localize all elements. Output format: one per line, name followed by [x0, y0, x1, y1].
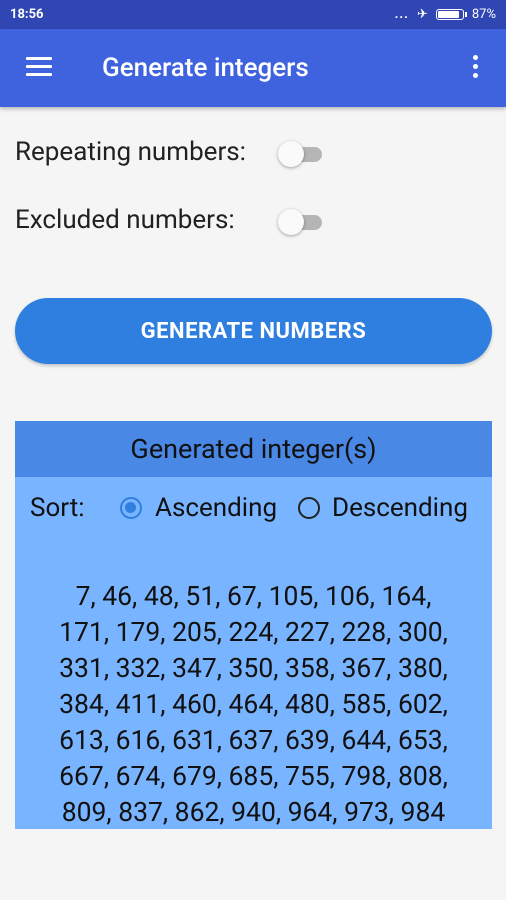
- more-notifications-icon: ...: [394, 7, 409, 22]
- status-bar: 18:56 ... ✈ 87%: [0, 0, 506, 29]
- numbers-line: 384, 411, 460, 464, 480, 585, 602,: [59, 689, 448, 720]
- page-title: Generate integers: [102, 53, 309, 83]
- generate-numbers-button[interactable]: GENERATE NUMBERS: [15, 298, 492, 364]
- battery-percent: 87%: [471, 7, 496, 22]
- result-header: Generated integer(s): [15, 421, 492, 477]
- sort-row: Sort: Ascending Descending: [15, 493, 492, 527]
- numbers-line: 331, 332, 347, 350, 358, 367, 380,: [59, 653, 448, 684]
- excluded-numbers-label: Excluded numbers:: [15, 205, 235, 235]
- numbers-line: 613, 616, 631, 637, 639, 644, 653,: [59, 725, 448, 756]
- excluded-numbers-toggle[interactable]: [278, 209, 324, 235]
- airplane-icon: ✈: [416, 7, 428, 22]
- repeating-numbers-toggle[interactable]: [278, 141, 324, 167]
- status-time: 18:56: [10, 7, 44, 22]
- descending-radio[interactable]: [298, 497, 320, 519]
- numbers-line: 7, 46, 48, 51, 67, 105, 106, 164,: [75, 581, 432, 612]
- hamburger-menu-icon[interactable]: [26, 57, 54, 79]
- generated-numbers: 7, 46, 48, 51, 67, 105, 106, 164, 171, 1…: [19, 579, 488, 831]
- overflow-menu-icon[interactable]: [472, 55, 480, 81]
- result-panel: Generated integer(s) Sort: Ascending Des…: [15, 421, 492, 829]
- descending-label[interactable]: Descending: [332, 493, 468, 523]
- app-bar: Generate integers: [0, 29, 506, 107]
- numbers-line: 171, 179, 205, 224, 227, 228, 300,: [59, 617, 448, 648]
- battery-icon: [435, 9, 467, 20]
- repeating-numbers-label: Repeating numbers:: [15, 137, 246, 167]
- numbers-line: 809, 837, 862, 940, 964, 973, 984: [61, 797, 446, 828]
- sort-label: Sort:: [30, 493, 85, 523]
- status-icons: ... ✈ 87%: [395, 7, 496, 22]
- ascending-radio[interactable]: [120, 497, 142, 519]
- ascending-label[interactable]: Ascending: [155, 493, 277, 523]
- numbers-line: 667, 674, 679, 685, 755, 798, 808,: [59, 761, 448, 792]
